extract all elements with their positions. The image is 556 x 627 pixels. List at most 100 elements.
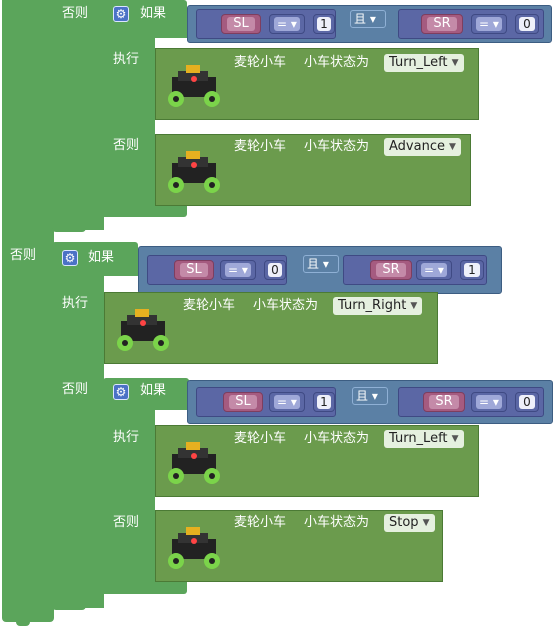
if2-spine [52,276,104,608]
if1-then-state-value: Turn_Left [389,55,448,70]
if2-right-op-text: = ▾ [421,263,447,277]
if2-right-op-value: = [424,263,435,277]
if1-right-var-text: SR [427,17,457,31]
if1-right-var[interactable]: SR [421,14,463,34]
if3-else-state-dropdown[interactable]: Stop ▼ [384,514,435,532]
if1-right-compare[interactable]: SR = ▾ 0 [398,9,544,39]
if2-then-state-dropdown[interactable]: Turn_Right ▼ [333,297,423,315]
if3-then-state-dropdown[interactable]: Turn_Left ▼ [384,430,464,448]
if3-then-setter-label: 小车状态为 [304,431,370,446]
if2-then-label: 执行 [62,296,89,311]
if1-then-label: 执行 [113,52,140,67]
if2-right-num[interactable]: 1 [460,260,484,280]
level1-if-block-top[interactable] [52,0,104,230]
if1-and-text: 且 [354,12,367,26]
if3-and-dropdown[interactable]: 且 ▾ [352,387,388,405]
if3-then-statement[interactable]: 麦轮小车 小车状态为 Turn_Left ▼ [155,425,479,497]
if1-left-op-value: = [277,17,288,31]
if1-then-statement[interactable]: 麦轮小车 小车状态为 Turn_Left ▼ [155,48,479,120]
if1-bottom-bar [103,205,187,217]
if3-right-num-text: 0 [519,395,535,409]
if3-left-compare[interactable]: SL = ▾ 1 [196,387,336,417]
if1-left-compare[interactable]: SL = ▾ 1 [196,9,336,39]
if2-and-condition[interactable]: SL = ▾ 0 且 ▾ SR = ▾ 1 [138,246,502,294]
if3-left-op[interactable]: = ▾ [269,392,305,412]
mecanum-car-image [168,442,220,484]
if3-else-module-label: 麦轮小车 [234,515,287,530]
if3-else-label: 否则 [113,515,140,530]
if1-else-label: 否则 [113,138,140,153]
if3-right-op[interactable]: = ▾ [471,392,507,412]
if2-left-op-value: = [228,263,239,277]
if2-and-text: 且 [307,257,320,271]
dropdown-arrow-icon: ▼ [449,142,456,152]
if2-bottom-bar [52,598,86,610]
if3-left-num-text: 1 [317,395,331,409]
if3-right-var[interactable]: SR [423,392,465,412]
if1-else-statement[interactable]: 麦轮小车 小车状态为 Advance ▼ [155,134,471,206]
if3-left-var-text: SL [229,395,257,409]
if2-else-label: 否则 [62,382,89,397]
if1-right-op-value: = [479,17,490,31]
mecanum-car-image [168,527,220,569]
level1-bottom-bar [52,218,86,232]
if3-and-text: 且 [356,389,369,403]
if3-left-num[interactable]: 1 [313,392,335,412]
if1-left-op-text: = ▾ [274,17,300,31]
if3-then-module-label: 麦轮小车 [234,431,287,446]
if1-else-state-value: Advance [389,139,445,154]
if3-else-statement[interactable]: 麦轮小车 小车状态为 Stop ▼ [155,510,443,582]
if1-then-state-dropdown[interactable]: Turn_Left ▼ [384,54,464,72]
if2-right-op[interactable]: = ▾ [416,260,452,280]
if2-then-setter-label: 小车状态为 [253,298,319,313]
if1-right-op-text: = ▾ [476,17,502,31]
if2-if-label: 如果 [88,250,115,265]
if1-left-var[interactable]: SL [221,14,261,34]
if1-right-op[interactable]: = ▾ [471,14,507,34]
outer-if-block[interactable] [2,0,54,622]
if3-right-num[interactable]: 0 [515,392,539,412]
if1-and-dropdown[interactable]: 且 ▾ [350,10,386,28]
if1-left-num[interactable]: 1 [313,14,335,34]
if3-gear-icon[interactable]: ⚙ [113,384,129,400]
if3-bottom-bar [103,582,187,594]
if1-left-op[interactable]: = ▾ [269,14,305,34]
if1-right-num-text: 0 [519,17,535,31]
outer-bottom-notch [16,620,30,626]
if2-left-op-text: = ▾ [225,263,251,277]
if3-right-var-text: SR [429,395,459,409]
if1-right-num[interactable]: 0 [515,14,539,34]
outer-else-label: 否则 [10,248,37,263]
if2-gear-icon[interactable]: ⚙ [62,250,78,266]
if1-then-setter-label: 小车状态为 [304,55,370,70]
if2-right-compare[interactable]: SR = ▾ 1 [343,255,487,285]
if3-left-var[interactable]: SL [223,392,263,412]
if1-if-label: 如果 [140,6,167,21]
if2-right-var[interactable]: SR [370,260,412,280]
if1-left-var-text: SL [227,17,255,31]
if3-and-condition[interactable]: SL = ▾ 1 且 ▾ SR = ▾ 0 [187,380,553,424]
if1-then-module-label: 麦轮小车 [234,55,287,70]
mecanum-car-image [168,65,220,107]
dropdown-arrow-icon: ▼ [451,58,459,68]
if1-else-setter-label: 小车状态为 [304,139,370,154]
if1-gear-icon[interactable]: ⚙ [113,6,129,22]
if2-left-op[interactable]: = ▾ [220,260,256,280]
if2-left-var[interactable]: SL [174,260,214,280]
if2-left-compare[interactable]: SL = ▾ 0 [147,255,287,285]
dropdown-arrow-icon: ▼ [410,301,418,311]
if2-and-dropdown[interactable]: 且 ▾ [303,255,339,273]
if1-and-condition[interactable]: SL = ▾ 1 且 ▾ SR = ▾ 0 [187,5,552,43]
if1-else-module-label: 麦轮小车 [234,139,287,154]
if2-right-num-text: 1 [464,263,480,277]
if2-then-statement[interactable]: 麦轮小车 小车状态为 Turn_Right ▼ [104,292,438,364]
if2-left-var-text: SL [180,263,208,277]
if3-then-state-value: Turn_Left [389,431,448,446]
if3-right-op-text: = ▾ [476,395,502,409]
if3-then-label: 执行 [113,430,140,445]
dropdown-arrow-icon: ▼ [422,518,430,528]
if3-right-op-value: = [479,395,490,409]
if3-right-compare[interactable]: SR = ▾ 0 [398,387,544,417]
if2-left-num[interactable]: 0 [264,260,286,280]
if1-else-state-dropdown[interactable]: Advance ▼ [384,138,461,156]
